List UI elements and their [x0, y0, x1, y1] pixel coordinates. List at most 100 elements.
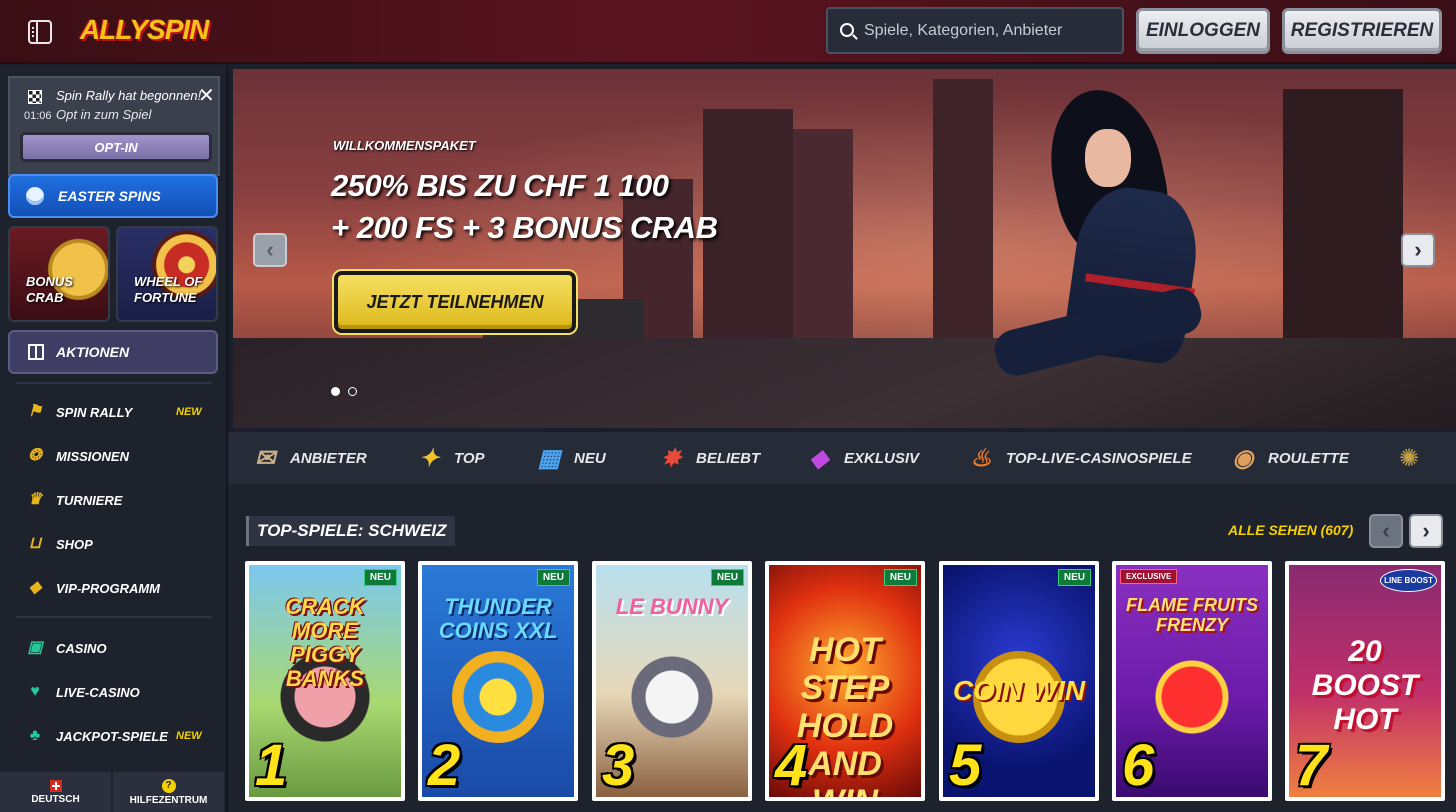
bonus-crab-label: BONUS CRAB	[26, 274, 73, 306]
help-label: HILFEZENTRUM	[129, 794, 208, 806]
see-all-link[interactable]: ALLE SEHEN (607)	[1228, 522, 1353, 538]
sidebar-item-missionen[interactable]: ❂ MISSIONEN	[0, 436, 226, 476]
new-badge: NEU	[536, 569, 570, 586]
search-icon	[840, 23, 854, 37]
aktionen-button[interactable]: AKTIONEN	[8, 330, 218, 374]
rank-number: 7	[1295, 733, 1328, 798]
sidebar-item-label: VIP-PROGRAMM	[56, 580, 160, 596]
search-box[interactable]	[826, 7, 1124, 54]
game-card[interactable]: 20 BOOST HOT LINE BOOST 7	[1285, 561, 1445, 801]
notice-title: Spin Rally hat begonnen!	[56, 88, 202, 103]
divider	[16, 382, 212, 384]
game-title: COIN WIN	[952, 675, 1086, 706]
game-card[interactable]: FLAME FRUITS FRENZY EXCLUSIVE 6	[1112, 561, 1272, 801]
hero-prev-arrow-icon[interactable]: ‹	[253, 233, 287, 267]
exclusive-badge: EXCLUSIVE	[1120, 569, 1178, 584]
new-badge: NEU	[710, 569, 744, 586]
tab-top-live-casinospiele[interactable]: ♨ TOP-LIVE-CASINOSPIELE	[966, 432, 1191, 484]
language-label: DEUTSCH	[31, 793, 80, 805]
sidebar-toggle-icon[interactable]	[28, 20, 52, 44]
notice-timer: 01:06	[24, 110, 52, 122]
game-card[interactable]: CRACK MORE PIGGY BANKS NEU 1	[245, 561, 405, 801]
building-illustration	[793, 129, 853, 359]
tab-top[interactable]: ✦ TOP	[414, 432, 485, 484]
sidebar-item-vip-programm[interactable]: ◆ VIP-PROGRAMM	[0, 568, 226, 608]
sidebar-item-spin-rally[interactable]: ⚑ SPIN RALLY NEW	[0, 392, 226, 432]
carousel-dot[interactable]	[331, 387, 340, 396]
sidebar-item-live-casino[interactable]: ♥ LIVE-CASINO	[0, 672, 226, 712]
star-icon: ✦	[418, 444, 440, 472]
language-button[interactable]: DEUTSCH	[0, 772, 113, 812]
help-center-button[interactable]: ? HILFEZENTRUM	[113, 772, 226, 812]
tab-roulette[interactable]: ◉ ROULETTE	[1228, 432, 1349, 484]
register-button[interactable]: REGISTRIEREN	[1282, 8, 1442, 54]
clover-icon: ♣	[29, 727, 41, 744]
wheel-line1: WHEEL OF	[134, 274, 203, 289]
hero-title-line1: 250% BIS ZU CHF 1 100	[331, 168, 669, 203]
bonus-crab-tile[interactable]: BONUS CRAB	[8, 226, 110, 322]
sidebar-item-shop[interactable]: ⊔ SHOP	[0, 524, 226, 564]
rooftop-illustration	[233, 338, 1456, 428]
roulette-icon: ◉	[1232, 444, 1254, 472]
bunny-character-art	[626, 651, 718, 743]
hero-title: 250% BIS ZU CHF 1 100 + 200 FS + 3 BONUS…	[331, 165, 718, 249]
gift-icon	[28, 344, 44, 360]
easter-spins-button[interactable]: EASTER SPINS	[8, 174, 218, 218]
tab-anbieter[interactable]: ✉ ANBIETER	[250, 432, 367, 484]
hero-next-arrow-icon[interactable]: ›	[1401, 233, 1435, 267]
rank-number: 6	[1122, 733, 1155, 798]
rank-number: 4	[775, 733, 808, 798]
close-icon[interactable]: ✕	[198, 86, 215, 106]
tab-label: NEU	[574, 449, 606, 467]
bonus-crab-line2: CRAB	[26, 290, 64, 305]
tab-more[interactable]: ✺	[1394, 432, 1434, 484]
carousel-dot[interactable]	[348, 387, 357, 396]
building-illustration	[933, 79, 993, 359]
sidebar-item-label: LIVE-CASINO	[56, 684, 140, 700]
category-bar: ✉ ANBIETER ✦ TOP ▦ NEU ✸ BELIEBT ◆ EXKLU…	[228, 432, 1456, 484]
section-title: TOP-SPIELE: SCHWEIZ	[246, 516, 455, 546]
game-card[interactable]: HOT STEP HOLD AND WIN NEU 4	[765, 561, 925, 801]
flag-icon: ⚑	[27, 403, 43, 420]
tab-beliebt[interactable]: ✸ BELIEBT	[656, 432, 760, 484]
opt-in-button[interactable]: OPT-IN	[20, 132, 212, 162]
line-boost-badge: LINE BOOST	[1380, 569, 1437, 592]
bonus-crab-line1: BONUS	[26, 274, 73, 289]
seven-symbol-art	[1146, 651, 1238, 743]
wheel-of-fortune-tile[interactable]: WHEEL OF FORTUNE	[116, 226, 218, 322]
tab-exklusiv[interactable]: ◆ EXKLUSIV	[804, 432, 919, 484]
sidebar-item-casino[interactable]: ▣ CASINO	[0, 628, 226, 668]
sidebar-item-label: SHOP	[56, 536, 93, 552]
game-title: 20 BOOST HOT	[1311, 635, 1419, 736]
game-card[interactable]: THUNDER COINS XXL NEU 2	[418, 561, 578, 801]
logo[interactable]: ALLYSPIN	[80, 14, 209, 46]
wheel-line2: FORTUNE	[134, 290, 197, 305]
sidebar-item-label: MISSIONEN	[56, 448, 129, 464]
tab-neu[interactable]: ▦ NEU	[534, 432, 606, 484]
game-card[interactable]: LE BUNNY NEU 3	[592, 561, 752, 801]
tab-label: BELIEBT	[696, 449, 761, 467]
rank-number: 3	[602, 733, 635, 798]
divider	[16, 616, 212, 618]
checkered-flag-icon	[28, 90, 42, 104]
new-icon: ▦	[537, 444, 561, 472]
login-button[interactable]: EINLOGGEN	[1136, 8, 1270, 54]
slot-machine-icon: ▣	[27, 639, 43, 656]
top-header: ALLYSPIN EINLOGGEN REGISTRIEREN	[0, 0, 1456, 64]
search-input[interactable]	[864, 9, 1114, 52]
tab-label: EXKLUSIV	[844, 449, 920, 467]
coins-icon	[26, 187, 44, 205]
games-next-arrow-icon[interactable]: ›	[1409, 514, 1443, 548]
hero-title-line2: + 200 FS + 3 BONUS CRAB	[331, 210, 718, 245]
sidebar-item-jackpot-spiele[interactable]: ♣ JACKPOT-SPIELE NEW	[0, 716, 226, 756]
fire-icon: ♨	[970, 444, 992, 472]
games-prev-arrow-icon[interactable]: ‹	[1369, 514, 1403, 548]
game-title: FLAME FRUITS FRENZY	[1126, 595, 1258, 635]
join-now-button[interactable]: JETZT TEILNEHMEN	[334, 271, 576, 333]
rank-number: 2	[428, 733, 461, 798]
gem-icon: ◆	[809, 444, 829, 472]
sidebar-item-turniere[interactable]: ♛ TURNIERE	[0, 480, 226, 520]
game-title: CRACK MORE PIGGY BANKS	[285, 594, 365, 691]
hero-banner: WILLKOMMENSPAKET 250% BIS ZU CHF 1 100 +…	[233, 69, 1456, 428]
game-card[interactable]: COIN WIN NEU 5	[939, 561, 1099, 801]
